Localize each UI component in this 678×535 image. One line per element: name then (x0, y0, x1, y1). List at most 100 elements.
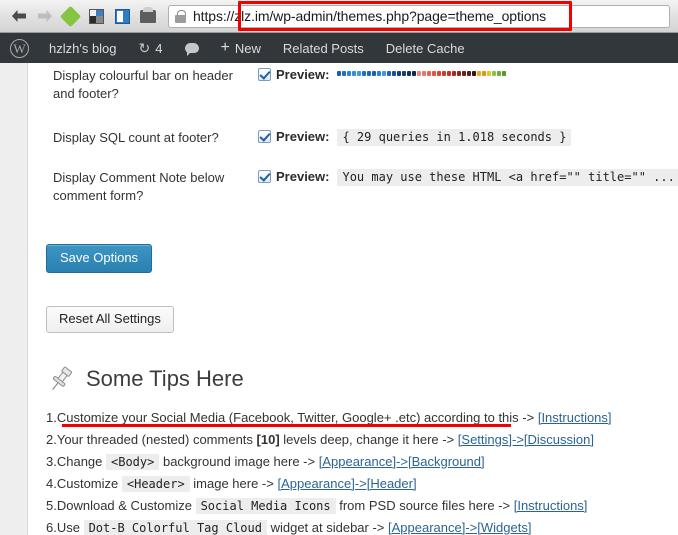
colour-dot (492, 71, 497, 76)
colour-dot (422, 71, 427, 76)
tip-number: 6. (46, 520, 57, 535)
tip-text: Customize (56, 476, 122, 491)
back-arrow-icon (12, 10, 26, 22)
tip-link[interactable]: [Instructions] (514, 498, 588, 513)
tip-item: 4.Customize <Header> image here -> [Appe… (46, 473, 678, 495)
tip-text: Change (56, 454, 106, 469)
option-value-colourful-bar: Preview: (258, 67, 678, 103)
reset-button-wrap: Reset All Settings (28, 306, 678, 333)
option-label-comment-note: Display Comment Note below comment form? (53, 170, 225, 203)
colour-dot (407, 71, 412, 76)
window-extension-button[interactable] (110, 3, 134, 29)
reset-all-settings-button[interactable]: Reset All Settings (46, 306, 174, 333)
tip-item: 3.Change <Body> background image here ->… (46, 451, 678, 473)
wordpress-logo-icon: W (10, 38, 29, 58)
plus-icon: + (220, 39, 230, 56)
colour-dot (432, 71, 437, 76)
page-body: Display colourful bar on header and foot… (0, 63, 678, 535)
colour-dot (467, 71, 472, 76)
tip-code-snippet: Dot-B Colorful Tag Cloud (83, 520, 267, 535)
tip-item: 6.Use Dot-B Colorful Tag Cloud widget at… (46, 517, 678, 535)
tip-item: 2.Your threaded (nested) comments [10] l… (46, 429, 678, 451)
colour-dot (462, 71, 467, 76)
tip-code-snippet: <Body> (106, 454, 160, 470)
option-value-comment-note: Preview: You may use these HTML <a href=… (258, 169, 678, 205)
feedly-button[interactable] (58, 3, 82, 29)
tip-text: Download & Customize (56, 498, 196, 513)
save-options-button[interactable]: Save Options (46, 244, 153, 273)
colour-dot (377, 71, 382, 76)
wp-logo-menu[interactable]: W (0, 33, 38, 63)
checkbox-colourful-bar[interactable] (258, 68, 271, 81)
colourful-dot-bar-preview (337, 71, 507, 76)
tip-link[interactable]: [Instructions] (538, 410, 612, 425)
colour-dot (417, 71, 422, 76)
checkbox-comment-note[interactable] (258, 170, 271, 183)
option-label-sql-count: Display SQL count at footer? (53, 130, 219, 145)
colour-dot (342, 71, 347, 76)
colour-dot (387, 71, 392, 76)
adminbar-delete-cache-label: Delete Cache (385, 40, 465, 56)
tips-list: 1.Customize your Social Media (Facebook,… (28, 407, 678, 535)
colour-dot (497, 71, 502, 76)
tips-header: Some Tips Here (28, 364, 678, 394)
colour-dot (372, 71, 377, 76)
option-row-colourful-bar: Display colourful bar on header and foot… (28, 67, 678, 103)
tip-link[interactable]: [Settings]->[Discussion] (458, 432, 594, 447)
tip-text: image here -> (189, 476, 278, 491)
colour-dot (452, 71, 457, 76)
adminbar-updates[interactable]: ↻ 4 (128, 33, 174, 63)
refresh-icon: ↻ (138, 39, 151, 56)
checkbox-sql-count[interactable] (258, 130, 271, 143)
colour-dot (472, 71, 477, 76)
window-icon (114, 8, 130, 24)
tip-text: levels deep, change it here -> (279, 432, 458, 447)
adminbar-delete-cache[interactable]: Delete Cache (375, 33, 476, 63)
colour-dot (447, 71, 452, 76)
colour-dot (337, 71, 342, 76)
lock-icon (175, 9, 186, 23)
tip-number: 5. (46, 498, 57, 513)
adminbar-related-posts[interactable]: Related Posts (272, 33, 375, 63)
grid-extension-button[interactable] (84, 3, 108, 29)
save-button-wrap: Save Options (28, 244, 678, 273)
adminbar-new-content[interactable]: + New (210, 33, 272, 63)
colour-dot (382, 71, 387, 76)
tips-title: Some Tips Here (86, 366, 244, 391)
colour-dot (412, 71, 417, 76)
colour-dot (502, 71, 507, 76)
tip-number: 4. (46, 476, 57, 491)
tip-link[interactable]: [Appearance]->[Widgets] (388, 520, 531, 535)
colour-dot (392, 71, 397, 76)
tip-bold-text: [10] (256, 432, 280, 447)
folder-extension-button[interactable] (136, 3, 160, 29)
admin-menu-strip (0, 63, 28, 535)
theme-options-content: Display colourful bar on header and foot… (28, 63, 678, 535)
adminbar-new-label: New (234, 40, 261, 56)
forward-button[interactable] (32, 3, 58, 29)
tip-item: 5.Download & Customize Social Media Icon… (46, 495, 678, 517)
tip-text: background image here -> (159, 454, 319, 469)
adminbar-related-posts-label: Related Posts (282, 40, 364, 56)
tip-link[interactable]: [Appearance]->[Background] (319, 454, 485, 469)
feedly-icon (59, 5, 81, 27)
pushpin-icon (46, 364, 76, 394)
tip-text: Customize your Social Media (Facebook, T… (56, 410, 538, 425)
colour-dot (437, 71, 442, 76)
tip-text: Your threaded (nested) comments (56, 432, 257, 447)
tip-link[interactable]: [Appearance]->[Header] (277, 476, 416, 491)
folder-icon (140, 6, 156, 23)
option-value-sql-count: Preview: { 29 queries in 1.018 seconds } (258, 129, 678, 147)
adminbar-comments[interactable] (174, 33, 210, 63)
adminbar-site-name[interactable]: hzlzh's blog (38, 33, 128, 63)
address-bar[interactable]: https://zlz.im/wp-admin/themes.php?page=… (168, 4, 670, 28)
option-label-colourful-bar: Display colourful bar on header and foot… (53, 68, 233, 101)
tip-number: 1. (46, 410, 57, 425)
tip-code-snippet: Social Media Icons (195, 498, 336, 514)
comment-icon (184, 43, 199, 56)
colour-dot (477, 71, 482, 76)
back-button[interactable] (6, 3, 32, 29)
tip-text: Use (56, 520, 84, 535)
preview-label-sql-count: Preview: (276, 129, 330, 144)
colour-dot (487, 71, 492, 76)
